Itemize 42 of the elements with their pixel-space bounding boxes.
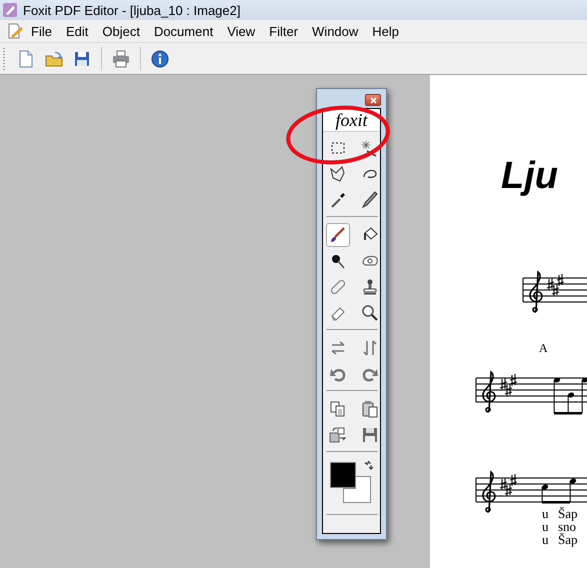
close-button[interactable]: [365, 94, 381, 106]
clipboard-icon: [360, 400, 378, 418]
document-pen-icon: [6, 22, 24, 40]
menu-item[interactable]: File: [24, 24, 59, 38]
lyric-text: Šap: [558, 507, 578, 520]
zoom-icon: [360, 304, 378, 322]
background-color-swatch[interactable]: [342, 476, 370, 503]
printer-icon[interactable]: [112, 50, 130, 68]
stamp-icon: [360, 278, 378, 296]
swap-arrows-icon: [362, 460, 374, 471]
eyedropper-icon: [328, 191, 346, 209]
vertical-arrows-icon: [360, 339, 378, 357]
info-icon[interactable]: [151, 50, 169, 68]
menu-item[interactable]: View: [220, 24, 262, 38]
rehearsal-mark: A: [539, 341, 548, 356]
copy-icon: [328, 400, 346, 418]
lasso-icon: [328, 165, 346, 183]
lyric-text: u: [542, 520, 550, 533]
close-icon: [368, 96, 378, 104]
menu-item[interactable]: Object: [95, 24, 147, 38]
paintbrush-icon: [328, 226, 346, 244]
horizontal-arrows-icon: [328, 339, 346, 357]
window-title: Foxit PDF Editor - [ljuba_10 : Image2]: [23, 2, 240, 18]
lyric-text: u: [542, 507, 550, 520]
new-document-icon[interactable]: [17, 50, 35, 68]
tool-button[interactable]: [326, 223, 350, 247]
pen-icon: [360, 191, 378, 209]
menu-item[interactable]: Document: [146, 24, 220, 38]
lyric-text: Šap: [558, 533, 578, 546]
magic-wand-icon: [360, 139, 378, 157]
music-staff-drawing: [522, 271, 587, 313]
menu-item[interactable]: Window: [305, 24, 366, 38]
menu-item[interactable]: Filter: [262, 24, 306, 38]
menu-item[interactable]: Edit: [58, 24, 96, 38]
app-logo-icon: [2, 2, 18, 18]
page-heading: Lju: [501, 155, 558, 198]
lyric-text: u: [542, 533, 550, 546]
menu-item[interactable]: Help: [365, 24, 406, 38]
lyric-text: sno: [558, 520, 576, 533]
open-folder-icon[interactable]: [45, 50, 63, 68]
transform-icon: [328, 426, 346, 444]
foreground-color-swatch[interactable]: [330, 462, 356, 488]
